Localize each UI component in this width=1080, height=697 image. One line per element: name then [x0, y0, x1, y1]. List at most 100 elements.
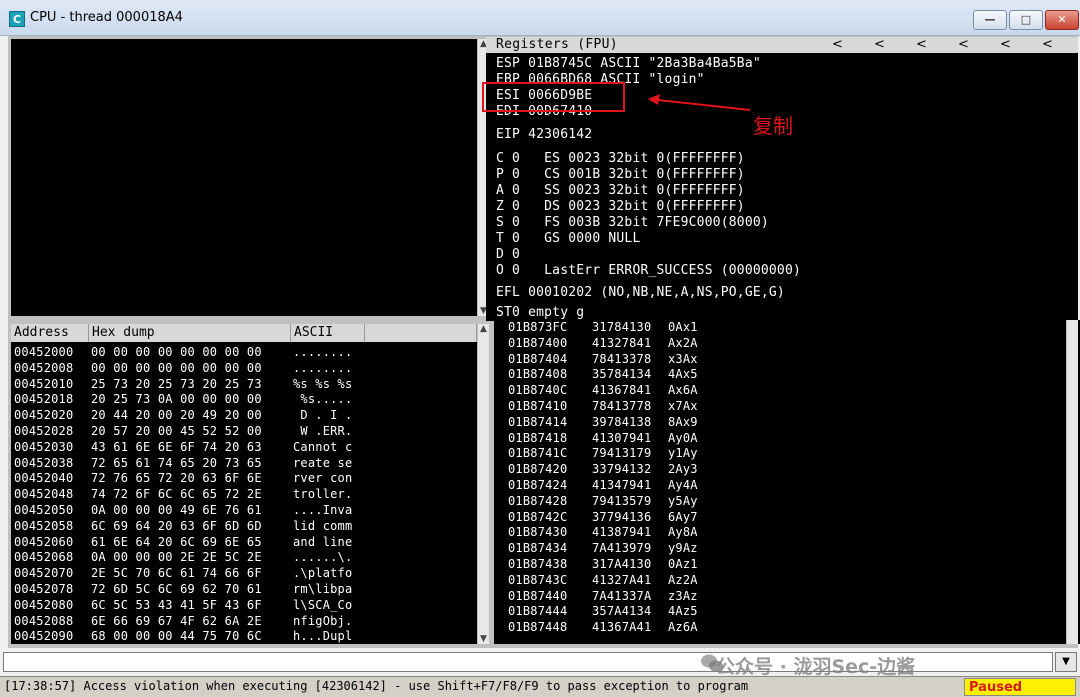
stack-comment[interactable]: 6Ay7 [668, 510, 698, 524]
chevron-down-icon[interactable]: ▼ [1055, 652, 1077, 672]
stack-value[interactable]: 31784130 [592, 320, 651, 334]
register-line[interactable]: T 0 GS 0000 NULL [496, 231, 640, 246]
column-header-address[interactable]: Address [11, 324, 89, 342]
stack-address[interactable]: 01B87444 [508, 604, 567, 618]
stack-value[interactable]: 41347941 [592, 478, 651, 492]
stack-comment[interactable]: y1Ay [668, 446, 698, 460]
stack-address[interactable]: 01B87448 [508, 620, 567, 634]
stack-value[interactable]: 79413579 [592, 494, 651, 508]
stack-comment[interactable]: Az6A [668, 620, 698, 634]
registers-header[interactable]: Registers (FPU) < < < < < < [486, 37, 1078, 53]
stack-address[interactable]: 01B87408 [508, 367, 567, 381]
stack-value[interactable]: 78413778 [592, 399, 651, 413]
stack-value[interactable]: 7A413979 [592, 541, 651, 555]
dump-hex[interactable]: 6C 5C 53 43 41 5F 43 6F [91, 598, 262, 612]
register-line[interactable]: ESP 01B8745C ASCII "2Ba3Ba4Ba5Ba" [496, 56, 761, 71]
chevron-left-icon[interactable]: < [874, 37, 885, 52]
stack-value[interactable]: 33794132 [592, 462, 651, 476]
dump-ascii[interactable]: troller. [293, 487, 352, 501]
stack-comment[interactable]: y5Ay [668, 494, 698, 508]
register-line[interactable]: P 0 CS 001B 32bit 0(FFFFFFFF) [496, 167, 745, 182]
register-line[interactable]: D 0 [496, 247, 520, 262]
dump-ascii[interactable]: %s %s %s [293, 377, 352, 391]
stack-address[interactable]: 01B873FC [508, 320, 567, 334]
stack-comment[interactable]: 0Ax1 [668, 320, 698, 334]
dump-address[interactable]: 00452048 [14, 487, 73, 501]
stack-address[interactable]: 01B87428 [508, 494, 567, 508]
stack-address[interactable]: 01B87418 [508, 431, 567, 445]
dump-hex[interactable]: 6E 66 69 67 4F 62 6A 2E [91, 614, 262, 628]
stack-comment[interactable]: 4Az5 [668, 604, 698, 618]
stack-value[interactable]: 37794136 [592, 510, 651, 524]
stack-address[interactable]: 01B8742C [508, 510, 567, 524]
dump-hex[interactable]: 20 44 20 00 20 49 20 00 [91, 408, 262, 422]
stack-comment[interactable]: 2Ay3 [668, 462, 698, 476]
stack-value[interactable]: 39784138 [592, 415, 651, 429]
close-button[interactable]: ✕ [1045, 10, 1079, 30]
stack-value[interactable]: 41327A41 [592, 573, 651, 587]
stack-address[interactable]: 01B87410 [508, 399, 567, 413]
dump-hex[interactable]: 00 00 00 00 00 00 00 00 [91, 361, 262, 375]
stack-address[interactable]: 01B87404 [508, 352, 567, 366]
stack-value[interactable]: 41367841 [592, 383, 651, 397]
dump-address[interactable]: 00452010 [14, 377, 73, 391]
column-header-ascii[interactable]: ASCII [291, 324, 365, 342]
stack-address[interactable]: 01B87414 [508, 415, 567, 429]
stack-comment[interactable]: x3Ax [668, 352, 698, 366]
dump-address[interactable]: 00452040 [14, 471, 73, 485]
dump-address[interactable]: 00452088 [14, 614, 73, 628]
dump-address[interactable]: 00452028 [14, 424, 73, 438]
dump-address[interactable]: 00452090 [14, 629, 73, 643]
stack-address[interactable]: 01B8741C [508, 446, 567, 460]
dump-ascii[interactable]: h...Dupl [293, 629, 352, 643]
hex-dump-pane[interactable]: Address Hex dump ASCII 00452000 00 00 00 … [11, 324, 477, 644]
stack-address[interactable]: 01B8743C [508, 573, 567, 587]
dump-hex[interactable]: 72 76 65 72 20 63 6F 6E [91, 471, 262, 485]
dump-address[interactable]: 00452000 [14, 345, 73, 359]
stack-address[interactable]: 01B87420 [508, 462, 567, 476]
stack-value[interactable]: 7A41337A [592, 589, 651, 603]
dump-ascii[interactable]: W .ERR. [293, 424, 352, 438]
stack-comment[interactable]: Ay0A [668, 431, 698, 445]
register-line[interactable]: O 0 LastErr ERROR_SUCCESS (00000000) [496, 263, 801, 278]
stack-comment[interactable]: Ax2A [668, 336, 698, 350]
stack-address[interactable]: 01B87438 [508, 557, 567, 571]
stack-value[interactable]: 317A4130 [592, 557, 651, 571]
dump-ascii[interactable]: rm\libpa [293, 582, 352, 596]
dump-address[interactable]: 00452060 [14, 535, 73, 549]
stack-comment[interactable]: Ay4A [668, 478, 698, 492]
dump-hex[interactable]: 6C 69 64 20 63 6F 6D 6D [91, 519, 262, 533]
register-line[interactable]: Z 0 DS 0023 32bit 0(FFFFFFFF) [496, 199, 745, 214]
stack-address[interactable]: 01B87434 [508, 541, 567, 555]
dump-address[interactable]: 00452078 [14, 582, 73, 596]
scroll-down-arrow-icon[interactable]: ▼ [478, 634, 489, 644]
stack-value[interactable]: 41367A41 [592, 620, 651, 634]
stack-comment[interactable]: 4Ax5 [668, 367, 698, 381]
stack-address[interactable]: 01B8740C [508, 383, 567, 397]
dump-address[interactable]: 00452038 [14, 456, 73, 470]
chevron-left-icon[interactable]: < [958, 37, 969, 52]
chevron-left-icon[interactable]: < [1042, 37, 1053, 52]
register-line[interactable]: EIP 42306142 [496, 127, 592, 142]
register-line[interactable]: S 0 FS 003B 32bit 7FE9C000(8000) [496, 215, 769, 230]
dump-address[interactable]: 00452018 [14, 392, 73, 406]
disassembly-pane[interactable] [11, 39, 477, 316]
dump-ascii[interactable]: rver con [293, 471, 352, 485]
dump-ascii[interactable]: ......\. [293, 550, 352, 564]
dump-hex[interactable]: 43 61 6E 6E 6F 74 20 63 [91, 440, 262, 454]
dump-ascii[interactable]: %s..... [293, 392, 352, 406]
dump-hex[interactable]: 74 72 6F 6C 6C 65 72 2E [91, 487, 262, 501]
chevron-left-icon[interactable]: < [1000, 37, 1011, 52]
dump-ascii[interactable]: and line [293, 535, 352, 549]
dump-hex[interactable]: 61 6E 64 20 6C 69 6E 65 [91, 535, 262, 549]
stack-comment[interactable]: 8Ax9 [668, 415, 698, 429]
stack-address[interactable]: 01B87430 [508, 525, 567, 539]
dump-hex[interactable]: 68 00 00 00 44 75 70 6C [91, 629, 262, 643]
dump-hex[interactable]: 0A 00 00 00 2E 2E 5C 2E [91, 550, 262, 564]
dump-ascii[interactable]: l\SCA_Co [293, 598, 352, 612]
stack-value[interactable]: 35784134 [592, 367, 651, 381]
stack-address[interactable]: 01B87440 [508, 589, 567, 603]
dump-ascii[interactable]: nfigObj. [293, 614, 352, 628]
dump-hex[interactable]: 0A 00 00 00 49 6E 76 61 [91, 503, 262, 517]
maximize-button[interactable]: □ [1009, 10, 1043, 30]
